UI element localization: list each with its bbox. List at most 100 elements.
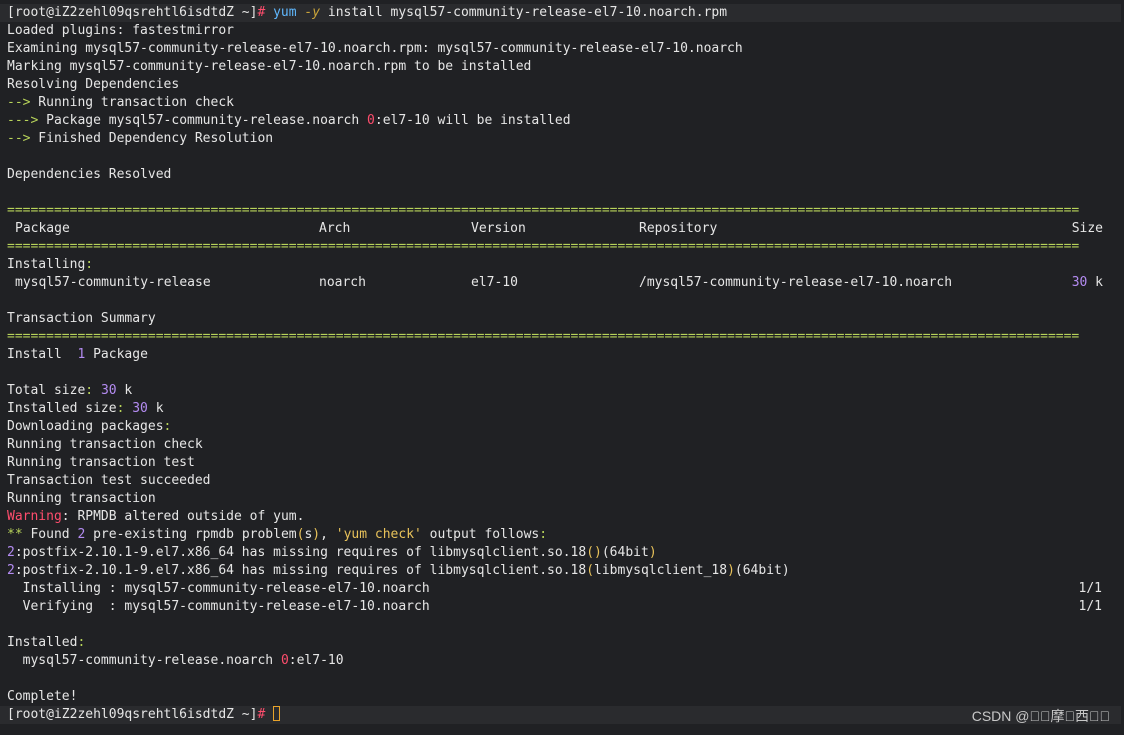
prompt: [root@iZ2zehl09qsrehtl6isdtdZ ~] (7, 707, 258, 722)
output-text: Package (85, 347, 148, 362)
table-rule: ========================================… (7, 239, 1080, 254)
output-line: Installing : mysql57-community-release-e… (7, 580, 1124, 598)
header-repository: Repository (639, 221, 718, 236)
output-text: Installed (7, 635, 78, 650)
paren: ) (727, 563, 735, 578)
command-line: [root@iZ2zehl09qsrehtl6isdtdZ ~]# yum -y… (0, 4, 1121, 22)
output-text: :postfix-2.10.1-9.el7.x86_64 has missing… (14, 545, 587, 560)
prompt-hash: # (257, 5, 266, 20)
output-text: Downloading packages (7, 419, 164, 434)
output-line: ---> Package mysql57-community-release.n… (7, 112, 1124, 130)
paren: ) (312, 527, 321, 542)
command-yum: yum (273, 5, 297, 20)
output-text: Total size (7, 383, 86, 398)
warning-line: Warning: RPMDB altered outside of yum. (7, 508, 1124, 526)
header-package: Package (15, 221, 70, 236)
terminal-window[interactable]: [root@iZ2zehl09qsrehtl6isdtdZ ~]# yum -y… (0, 0, 1124, 735)
colon: : (85, 383, 94, 398)
paren: ( (586, 563, 595, 578)
row-arch: noarch (319, 275, 366, 290)
row-package: mysql57-community-release (15, 275, 211, 290)
output-text: , (320, 527, 336, 542)
size-number: 30 (1071, 275, 1088, 290)
output-line: Install 1 Package (7, 346, 1124, 364)
output-line: Examining mysql57-community-release-el7-… (7, 41, 743, 56)
row-size: 30 k (1071, 274, 1103, 292)
arrow-marker: --> (7, 131, 31, 146)
prompt: [root@iZ2zehl09qsrehtl6isdtdZ ~] (7, 5, 258, 20)
output-line: Running transaction test (7, 455, 195, 470)
output-line: Total size: 30 k (7, 382, 1124, 400)
installing-label: Installing (7, 257, 86, 272)
row-repository: /mysql57-community-release-el7-10.noarch (639, 275, 953, 290)
output-text: Running transaction check (30, 95, 234, 110)
output-line: 2:postfix-2.10.1-9.el7.x86_64 has missin… (7, 562, 1124, 580)
output-line: Transaction Summary (7, 311, 156, 326)
epoch-number: 0 (280, 653, 289, 668)
command-flag: -y (304, 5, 321, 20)
warning-label: Warning (7, 509, 62, 524)
output-line: Dependencies Resolved (7, 167, 172, 182)
epoch-number: 0 (367, 113, 375, 128)
output-text: Finished Dependency Resolution (30, 131, 274, 146)
output-line: Installed: (7, 634, 1124, 652)
output-text: Verifying : mysql57-community-release-el… (7, 599, 430, 614)
colon: : (116, 401, 125, 416)
output-text: output follows (421, 527, 540, 542)
table-row: mysql57-community-release noarch el7-10 … (7, 274, 1124, 292)
arrow-marker: ---> (7, 113, 39, 128)
watermark: CSDN @  摩 西   (971, 708, 1110, 724)
output-line: --> Finished Dependency Resolution (7, 130, 1124, 148)
count-number: 2 (7, 545, 15, 560)
colon: : (77, 635, 86, 650)
prompt-hash: # (257, 707, 266, 722)
colon: : (539, 527, 548, 542)
output-line: mysql57-community-release.noarch 0:el7-1… (7, 652, 1124, 670)
output-line: ** Found 2 pre-existing rpmdb problem(s)… (7, 526, 1124, 544)
text-cursor[interactable] (273, 706, 281, 721)
output-text: k (116, 383, 133, 398)
table-rule: ========================================… (7, 329, 1080, 344)
output-text: Package mysql57-community-release.noarch (38, 113, 368, 128)
output-line: Running transaction (7, 491, 156, 506)
output-line: Downloading packages: (7, 418, 1124, 436)
output-line: Loaded plugins: fastestmirror (7, 23, 234, 38)
header-size: Size (1071, 221, 1103, 236)
output-text: :postfix-2.10.1-9.el7.x86_64 has missing… (14, 563, 587, 578)
output-line: --> Running transaction check (7, 94, 1124, 112)
table-rule: ========================================… (7, 203, 1080, 218)
colon: : (163, 419, 172, 434)
command-args: install mysql57-community-release-el7-10… (327, 5, 728, 20)
output-line: Running transaction check (7, 437, 203, 452)
arrow-marker: --> (7, 95, 31, 110)
step-count: 1/1 (1078, 599, 1102, 614)
output-line: Marking mysql57-community-release-el7-10… (7, 59, 532, 74)
output-line: Installed size: 30 k (7, 400, 1124, 418)
input-prompt-line[interactable]: [root@iZ2zehl09qsrehtl6isdtdZ ~]# (0, 706, 1121, 724)
quoted-text: 'yum check' (335, 527, 422, 542)
paren: () (586, 545, 602, 560)
output-text: (64bit (601, 545, 649, 560)
header-version: Version (471, 221, 526, 236)
output-line: Verifying : mysql57-community-release-el… (7, 598, 1124, 616)
output-text: :el7-10 will be installed (374, 113, 571, 128)
output-text: libmysqlclient_18 (594, 563, 728, 578)
size-number: 30 (132, 401, 148, 416)
output-text: : RPMDB altered outside of yum. (61, 509, 305, 524)
output-line: Resolving Dependencies (7, 77, 180, 92)
row-version: el7-10 (471, 275, 518, 290)
output-line: Transaction test succeeded (7, 473, 211, 488)
output-line: 2:postfix-2.10.1-9.el7.x86_64 has missin… (7, 544, 1124, 562)
output-text: (64bit) (734, 563, 790, 578)
output-text: Found (22, 527, 78, 542)
output-text: :el7-10 (288, 653, 344, 668)
paren: ) (648, 545, 657, 560)
output-text: Installed size (7, 401, 117, 416)
output-text: k (147, 401, 164, 416)
